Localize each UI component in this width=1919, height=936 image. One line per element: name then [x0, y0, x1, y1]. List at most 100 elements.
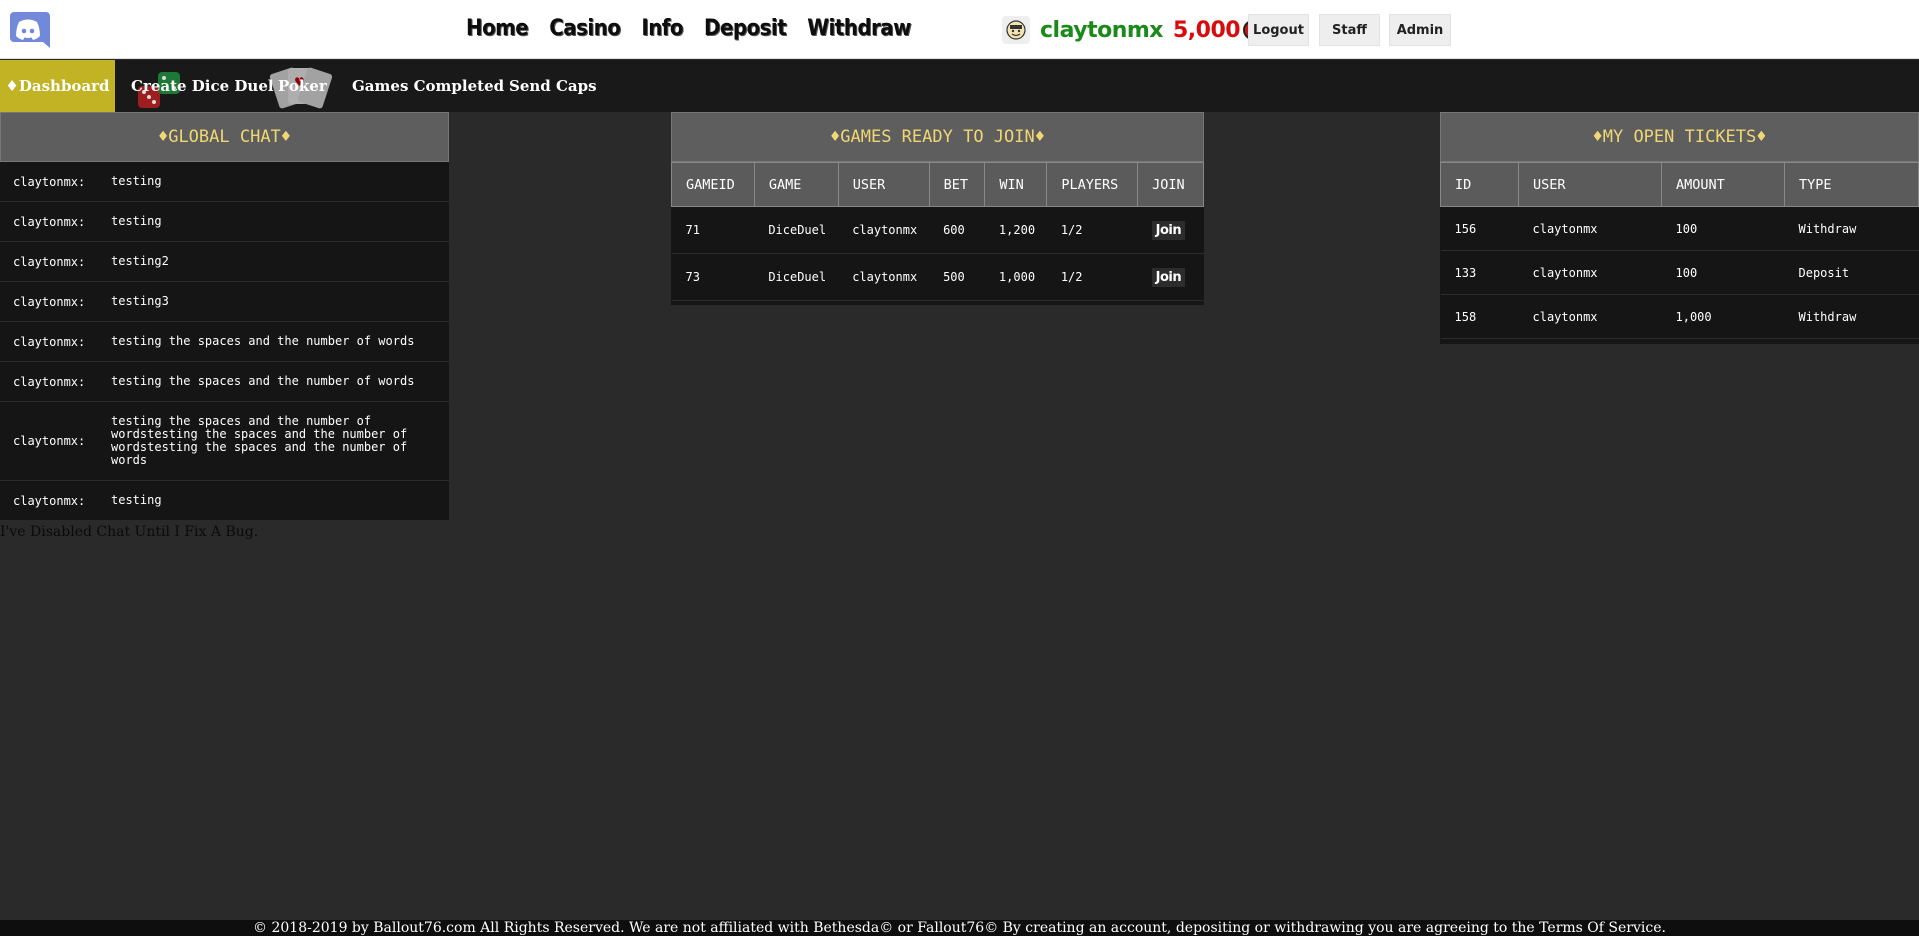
cell-bet: 600	[929, 206, 985, 254]
col-type: TYPE	[1784, 162, 1919, 207]
chat-message: claytonmx: testing	[0, 481, 449, 520]
nav-withdraw[interactable]: Withdraw	[807, 16, 911, 41]
chat-message: claytonmx: testing3	[0, 282, 449, 322]
table-row: 133 claytonmx 100 Deposit	[1440, 250, 1919, 295]
cell-win: 1,000	[984, 253, 1047, 301]
global-chat-title: ♦GLOBAL CHAT♦	[0, 112, 449, 162]
table-row: 71 DiceDuel claytonmx 600 1,200 1/2 Join	[671, 206, 1204, 254]
chat-text: testing2	[111, 254, 169, 268]
discord-icon[interactable]	[6, 10, 50, 50]
chat-message: claytonmx: testing the spaces and the nu…	[0, 322, 449, 362]
nav-info[interactable]: Info	[641, 16, 683, 41]
cell-user: claytonmx	[838, 206, 930, 254]
games-panel: ♦GAMES READY TO JOIN♦ GAMEID GAME USER B…	[671, 112, 1204, 305]
top-bar: Home Casino Info Deposit Withdraw clayto…	[0, 0, 1919, 59]
footer: © 2018-2019 by Ballout76.com All Rights …	[0, 920, 1919, 936]
chat-text: testing	[111, 174, 162, 188]
cell-gameid: 73	[671, 253, 755, 301]
col-bet: BET	[928, 162, 986, 207]
cell-type: Deposit	[1784, 250, 1919, 295]
chat-user[interactable]: claytonmx:	[0, 202, 111, 241]
cell-id: 156	[1440, 206, 1519, 251]
nav-home[interactable]: Home	[466, 16, 529, 41]
chat-user[interactable]: claytonmx:	[0, 162, 111, 201]
admin-button[interactable]: Admin	[1389, 14, 1451, 46]
cell-id: 158	[1440, 294, 1519, 339]
tickets-header-row: ID USER AMOUNT TYPE	[1440, 162, 1919, 207]
chat-text: testing3	[111, 294, 169, 308]
games-title: ♦GAMES READY TO JOIN♦	[671, 112, 1204, 162]
col-win: WIN	[984, 162, 1048, 207]
col-user: USER	[1518, 162, 1662, 207]
sub-nav: ♥ ♦Dashboard Create Dice Duel Poker Game…	[0, 60, 1919, 112]
cell-id: 133	[1440, 250, 1519, 295]
chat-user[interactable]: claytonmx:	[0, 362, 111, 401]
cell-join: Join	[1137, 253, 1204, 301]
cell-user: claytonmx	[1518, 206, 1662, 251]
chat-user[interactable]: claytonmx:	[0, 481, 111, 520]
avatar[interactable]	[1002, 16, 1030, 44]
col-id: ID	[1440, 162, 1519, 207]
games-header-row: GAMEID GAME USER BET WIN PLAYERS JOIN	[671, 162, 1204, 207]
cell-amount: 100	[1661, 250, 1785, 295]
col-gameid: GAMEID	[671, 162, 755, 207]
cell-game: DiceDuel	[754, 206, 839, 254]
tickets-title: ♦MY OPEN TICKETS♦	[1440, 112, 1919, 162]
username[interactable]: claytonmx	[1040, 18, 1164, 43]
chat-text: testing the spaces and the number of wor…	[111, 414, 408, 467]
cell-players: 1/2	[1046, 206, 1138, 254]
col-players: PLAYERS	[1046, 162, 1139, 207]
logout-button[interactable]: Logout	[1248, 14, 1309, 46]
chat-text: testing	[111, 493, 162, 507]
chat-user[interactable]: claytonmx:	[0, 402, 111, 480]
chat-message: claytonmx: testing	[0, 162, 449, 202]
cell-user: claytonmx	[1518, 250, 1662, 295]
staff-button[interactable]: Staff	[1319, 14, 1380, 46]
cell-type: Withdraw	[1784, 206, 1919, 251]
cell-join: Join	[1137, 206, 1204, 254]
tab-poker[interactable]: Poker	[278, 60, 327, 112]
tickets-table: ID USER AMOUNT TYPE 156 claytonmx 100 Wi…	[1440, 162, 1919, 339]
cell-gameid: 71	[671, 206, 755, 254]
chat-disabled-note: I've Disabled Chat Until I Fix A Bug.	[0, 524, 259, 540]
tab-dashboard[interactable]: ♦Dashboard	[0, 60, 115, 112]
cell-game: DiceDuel	[754, 253, 839, 301]
chat-user[interactable]: claytonmx:	[0, 242, 111, 281]
cell-win: 1,200	[984, 206, 1047, 254]
col-game: GAME	[753, 162, 839, 207]
chat-message: claytonmx: testing2	[0, 242, 449, 282]
cell-amount: 1,000	[1661, 294, 1785, 339]
chat-messages: claytonmx: testing claytonmx: testing cl…	[0, 162, 449, 520]
cell-type: Withdraw	[1784, 294, 1919, 339]
chat-user[interactable]: claytonmx:	[0, 282, 111, 321]
chat-user[interactable]: claytonmx:	[0, 322, 111, 361]
table-row: 73 DiceDuel claytonmx 500 1,000 1/2 Join	[671, 253, 1204, 301]
tab-send-caps[interactable]: Send Caps	[509, 60, 597, 112]
join-button[interactable]: Join	[1151, 220, 1186, 240]
games-table: GAMEID GAME USER BET WIN PLAYERS JOIN 71…	[671, 162, 1204, 301]
global-chat-panel: ♦GLOBAL CHAT♦ claytonmx: testing clayton…	[0, 112, 449, 520]
col-amount: AMOUNT	[1661, 162, 1785, 207]
main-nav: Home Casino Info Deposit Withdraw	[466, 16, 932, 41]
nav-deposit[interactable]: Deposit	[704, 16, 787, 41]
chat-text: testing the spaces and the number of wor…	[111, 334, 415, 348]
chat-text: testing	[111, 214, 162, 228]
nav-casino[interactable]: Casino	[549, 16, 621, 41]
cell-user: claytonmx	[1518, 294, 1662, 339]
cell-user: claytonmx	[838, 253, 930, 301]
chat-message: claytonmx: testing the spaces and the nu…	[0, 362, 449, 402]
user-box: claytonmx 5,000	[1002, 14, 1264, 46]
col-user: USER	[837, 162, 930, 207]
table-row: 158 claytonmx 1,000 Withdraw	[1440, 294, 1919, 339]
col-join: JOIN	[1137, 162, 1204, 207]
chat-message: claytonmx: testing	[0, 202, 449, 242]
balance: 5,000	[1173, 17, 1241, 43]
cell-amount: 100	[1661, 206, 1785, 251]
tab-create-dice-duel[interactable]: Create Dice Duel	[131, 60, 274, 112]
join-button[interactable]: Join	[1151, 267, 1186, 287]
tab-games-completed[interactable]: Games Completed	[352, 60, 504, 112]
tickets-panel: ♦MY OPEN TICKETS♦ ID USER AMOUNT TYPE 15…	[1440, 112, 1919, 344]
cell-bet: 500	[929, 253, 985, 301]
table-row: 156 claytonmx 100 Withdraw	[1440, 206, 1919, 251]
chat-message: claytonmx: testing the spaces and the nu…	[0, 402, 449, 481]
